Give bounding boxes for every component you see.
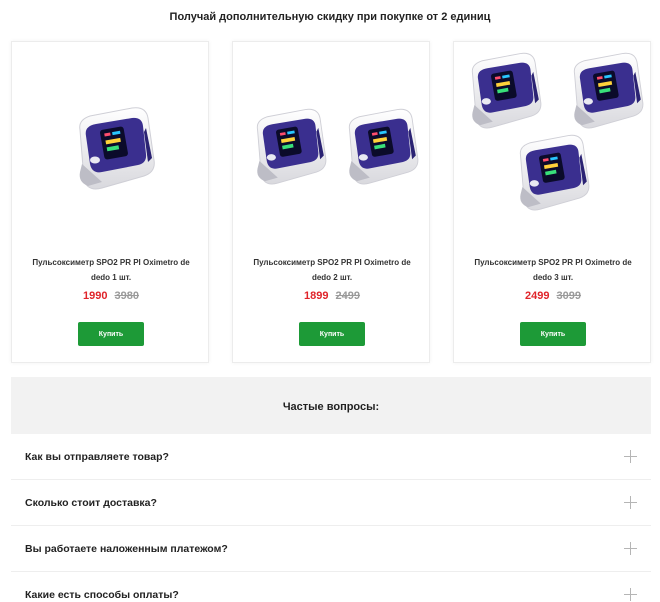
product-name: Пульсоксиметр SPO2 PR PI Oximetro de ded… <box>253 258 411 282</box>
faq-item-shipping-method[interactable]: Как вы отправляете товар? <box>11 434 651 480</box>
product-card-3: Пульсоксиметр SPO2 PR PI Oximetro de ded… <box>453 41 651 363</box>
price-old: 3099 <box>556 290 582 302</box>
product-prices: 2499 3099 <box>454 290 652 302</box>
plus-icon[interactable] <box>624 588 637 601</box>
product-card-2: Пульсоксиметр SPO2 PR PI Oximetro de ded… <box>232 41 430 363</box>
product-prices: 1899 2499 <box>233 290 431 302</box>
price-new: 1899 <box>303 290 329 302</box>
faq-question: Какие есть способы оплаты? <box>25 589 179 601</box>
faq-section: Частые вопросы: Как вы отправляете товар… <box>11 377 651 602</box>
price-old: 3980 <box>114 290 140 302</box>
buy-button[interactable]: Купить <box>78 322 144 346</box>
product-card-1: Пульсоксиметр SPO2 PR PI Oximetro de ded… <box>11 41 209 363</box>
plus-icon[interactable] <box>624 542 637 555</box>
price-new: 2499 <box>524 290 550 302</box>
price-old: 2499 <box>335 290 361 302</box>
product-image-oximeter-3 <box>471 52 644 211</box>
buy-button[interactable]: Купить <box>299 322 365 346</box>
faq-question: Сколько стоит доставка? <box>25 497 157 509</box>
faq-title: Частые вопросы: <box>11 377 651 434</box>
product-name: Пульсоксиметр SPO2 PR PI Oximetro de ded… <box>32 258 190 282</box>
faq-item-cash-on-delivery[interactable]: Вы работаете наложенным платежом? <box>11 526 651 572</box>
product-cards: Пульсоксиметр SPO2 PR PI Oximetro de ded… <box>11 41 651 363</box>
product-name: Пульсоксиметр SPO2 PR PI Oximetro de ded… <box>474 258 632 282</box>
buy-button[interactable]: Купить <box>520 322 586 346</box>
product-image-oximeter-2 <box>256 108 419 185</box>
product-image-oximeter-1 <box>79 107 155 190</box>
price-new: 1990 <box>82 290 108 302</box>
plus-icon[interactable] <box>624 496 637 509</box>
promo-title: Получай дополнительную скидку при покупк… <box>169 11 491 23</box>
faq-item-shipping-cost[interactable]: Сколько стоит доставка? <box>11 480 651 526</box>
faq-question: Вы работаете наложенным платежом? <box>25 543 228 555</box>
faq-question: Как вы отправляете товар? <box>25 451 169 463</box>
product-prices: 1990 3980 <box>12 290 210 302</box>
plus-icon[interactable] <box>624 450 637 463</box>
faq-item-payment-methods[interactable]: Какие есть способы оплаты? <box>11 572 651 602</box>
